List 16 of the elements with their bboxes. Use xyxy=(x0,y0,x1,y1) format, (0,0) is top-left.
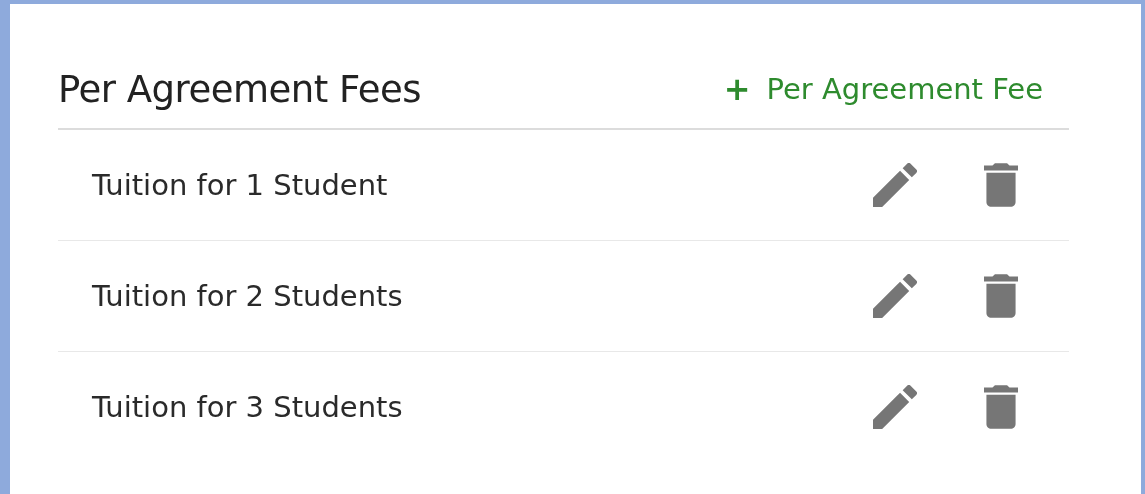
trash-icon xyxy=(984,385,1018,429)
pencil-icon xyxy=(873,163,917,207)
fee-name: Tuition for 1 Student xyxy=(92,168,389,202)
edit-button[interactable] xyxy=(871,272,919,320)
section-title: Per Agreement Fees xyxy=(58,67,422,111)
plus-icon: + xyxy=(723,70,751,108)
add-fee-label: Per Agreement Fee xyxy=(766,72,1043,106)
edit-button[interactable] xyxy=(871,383,919,431)
pencil-icon xyxy=(873,274,917,318)
fee-name: Tuition for 3 Students xyxy=(92,390,404,424)
fee-name: Tuition for 2 Students xyxy=(92,279,404,313)
add-fee-button[interactable]: + Per Agreement Fee xyxy=(723,70,1069,108)
trash-icon xyxy=(984,163,1018,207)
trash-icon xyxy=(984,274,1018,318)
pencil-icon xyxy=(873,385,917,429)
edit-button[interactable] xyxy=(871,161,919,209)
